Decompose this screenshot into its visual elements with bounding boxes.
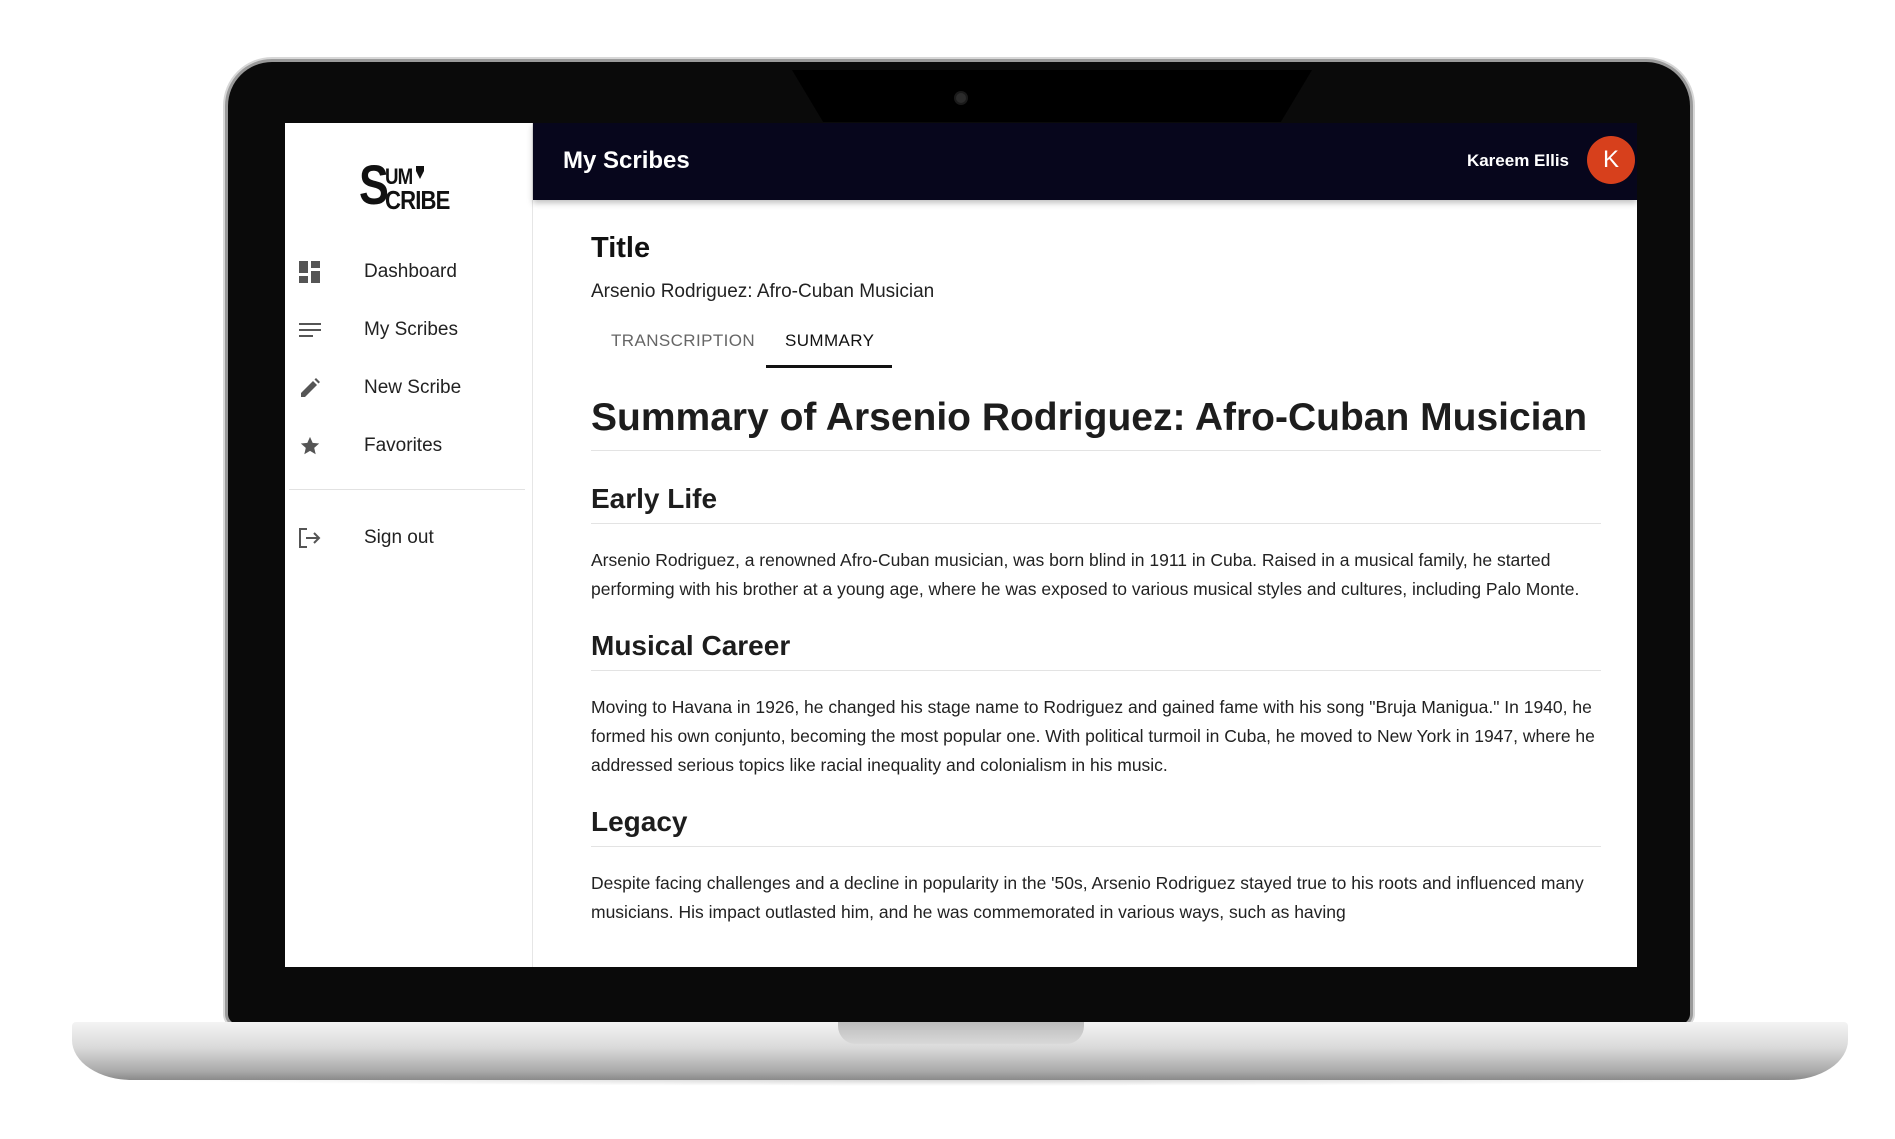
section-text: Moving to Havana in 1926, he changed his… <box>591 697 1595 775</box>
sidebar-divider <box>289 489 525 490</box>
sidebar-item-label: Dashboard <box>364 261 457 282</box>
summary-article: Summary of Arsenio Rodriguez: Afro-Cuban… <box>591 396 1601 927</box>
title-value: Arsenio Rodriguez: Afro-Cuban Musician <box>591 281 935 302</box>
webcam-icon <box>956 93 966 103</box>
laptop-hinge-notch <box>838 1022 1084 1044</box>
sign-out-label: Sign out <box>364 527 434 548</box>
section-heading: Legacy <box>591 806 1601 847</box>
logout-icon <box>297 525 323 551</box>
sidebar-item-my-scribes[interactable]: My Scribes <box>285 301 532 359</box>
sumscribe-logo[interactable]: S UM CRIBE <box>359 157 450 216</box>
main-content: Title Arsenio Rodriguez: Afro-Cuban Musi… <box>533 200 1637 967</box>
section-musical-career: Musical Career Moving to Havana in 1926,… <box>591 630 1601 780</box>
title-label: Title <box>591 232 651 264</box>
sidebar-item-label: My Scribes <box>364 319 458 340</box>
section-heading: Musical Career <box>591 630 1601 671</box>
section-legacy: Legacy Despite facing challenges and a d… <box>591 806 1601 927</box>
avatar[interactable]: K <box>1587 136 1635 184</box>
user-name[interactable]: Kareem Ellis <box>1467 151 1569 171</box>
section-text: Despite facing challenges and a decline … <box>591 873 1584 922</box>
sidebar: S UM CRIBE Dashboard My Scribes New Scri… <box>285 123 533 967</box>
logo-pen-nib-icon <box>416 166 424 179</box>
app-screen: S UM CRIBE Dashboard My Scribes New Scri… <box>285 123 1637 967</box>
laptop-lid-reflection <box>792 70 1312 122</box>
section-early-life: Early Life Arsenio Rodriguez, a renowned… <box>591 483 1601 604</box>
sidebar-signout-container: Sign out <box>285 509 532 567</box>
tab-transcription[interactable]: TRANSCRIPTION <box>611 316 755 366</box>
sidebar-item-favorites[interactable]: Favorites <box>285 417 532 475</box>
sidebar-item-label: New Scribe <box>364 377 462 398</box>
sidebar-item-dashboard[interactable]: Dashboard <box>285 243 532 301</box>
page-title: My Scribes <box>563 147 690 174</box>
tab-summary[interactable]: SUMMARY <box>785 316 874 366</box>
dashboard-icon <box>297 259 323 285</box>
sidebar-item-new-scribe[interactable]: New Scribe <box>285 359 532 417</box>
star-icon <box>297 433 323 459</box>
sidebar-nav: Dashboard My Scribes New Scribe Favorite… <box>285 243 532 475</box>
section-text: Arsenio Rodriguez, a renowned Afro-Cuban… <box>591 550 1580 599</box>
sidebar-item-label: Favorites <box>364 435 443 456</box>
sign-out-button[interactable]: Sign out <box>285 509 532 567</box>
logo-bottom-text: CRIBE <box>385 185 450 215</box>
pencil-icon <box>297 375 323 401</box>
list-icon <box>297 317 323 343</box>
summary-heading: Summary of Arsenio Rodriguez: Afro-Cuban… <box>591 396 1601 451</box>
section-heading: Early Life <box>591 483 1601 524</box>
top-app-bar: My Scribes Kareem Ellis K <box>533 123 1637 200</box>
active-tab-indicator <box>766 365 892 368</box>
